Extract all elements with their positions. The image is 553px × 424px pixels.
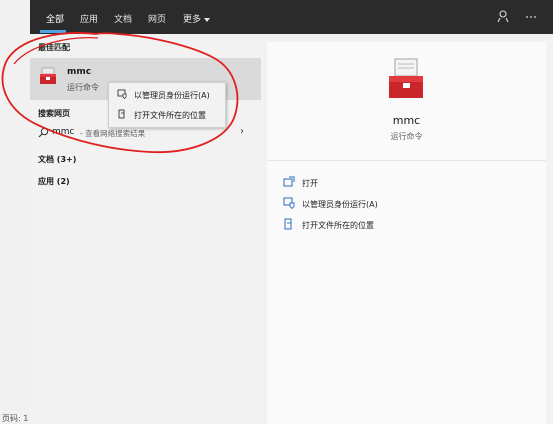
page-footer-text: 页码: 1	[2, 414, 29, 423]
menu-item-label: 以管理员身份运行(A)	[134, 91, 210, 100]
tab-apps[interactable]: 应用	[80, 12, 98, 25]
menu-item-run-as-admin[interactable]: 以管理员身份运行(A)	[109, 85, 225, 105]
best-match-name: mmc	[67, 67, 92, 77]
chevron-down-icon	[204, 17, 211, 22]
best-match-heading: 最佳匹配	[38, 43, 70, 52]
search-icon	[38, 127, 49, 141]
divider	[267, 160, 546, 161]
action-run-as-admin[interactable]: 以管理员身份运行(A)	[283, 196, 533, 212]
tab-more[interactable]: 更多	[183, 12, 211, 25]
open-icon	[283, 176, 295, 188]
shield-icon	[117, 89, 127, 100]
detail-pane: mmc 运行命令 打开 以管理员身份运行(A) 打开文件所在的位置	[267, 42, 546, 424]
tab-documents[interactable]: 文档	[114, 12, 132, 25]
feedback-icon[interactable]	[496, 9, 510, 23]
menu-item-label: 打开文件所在的位置	[134, 111, 206, 120]
action-open-location[interactable]: 打开文件所在的位置	[283, 217, 533, 233]
detail-app-subtitle: 运行命令	[390, 132, 423, 141]
action-label: 打开	[302, 179, 318, 188]
more-icon[interactable]	[524, 9, 538, 23]
chevron-right-icon[interactable]: ›	[240, 126, 244, 137]
tab-web[interactable]: 网页	[148, 12, 166, 25]
web-search-suffix: - 查看网络搜索结果	[80, 129, 146, 138]
category-documents[interactable]: 文档 (3+)	[38, 154, 76, 165]
tab-all[interactable]: 全部	[46, 12, 64, 25]
action-open[interactable]: 打开	[283, 175, 533, 191]
menu-item-open-location[interactable]: 打开文件所在的位置	[109, 105, 225, 125]
best-match-subtitle: 运行命令	[67, 83, 99, 92]
shield-icon	[283, 197, 295, 210]
action-label: 打开文件所在的位置	[302, 221, 374, 230]
tab-more-label: 更多	[183, 15, 202, 25]
web-search-heading: 搜索网页	[38, 109, 70, 118]
context-menu: 以管理员身份运行(A) 打开文件所在的位置	[108, 82, 226, 128]
web-search-query: mmc	[52, 127, 75, 137]
folder-icon	[117, 109, 127, 119]
toolbox-icon	[40, 67, 56, 84]
active-tab-indicator	[40, 30, 66, 33]
search-tab-bar: 全部 应用 文档 网页 更多	[30, 0, 553, 34]
action-label: 以管理员身份运行(A)	[302, 200, 378, 209]
toolbox-icon	[389, 58, 423, 98]
category-apps[interactable]: 应用 (2)	[38, 176, 70, 187]
detail-app-name: mmc	[392, 114, 421, 127]
folder-icon	[283, 218, 295, 230]
